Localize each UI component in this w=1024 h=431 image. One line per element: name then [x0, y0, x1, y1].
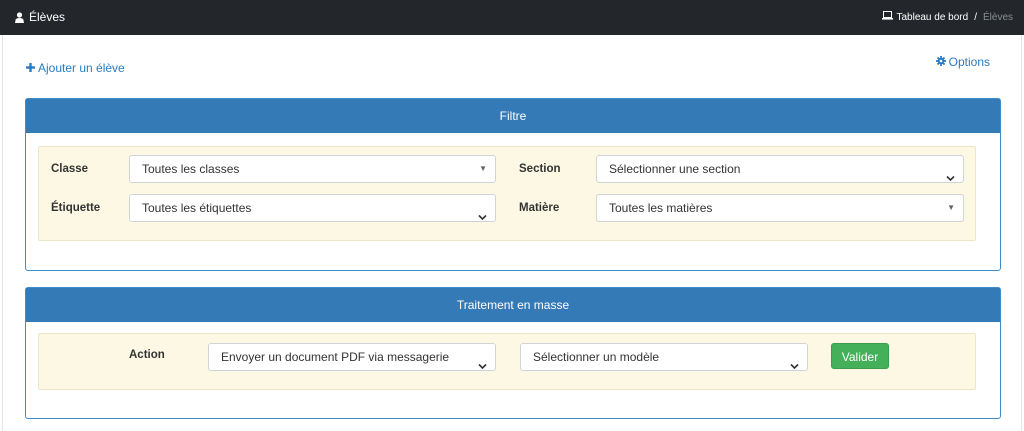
- breadcrumb: Tableau de bord / Élèves: [882, 11, 1013, 23]
- filter-panel-title: Filtre: [26, 99, 1000, 133]
- etiquette-select-value: Toutes les étiquettes: [142, 201, 252, 215]
- model-select[interactable]: Sélectionner un modèle: [520, 343, 808, 371]
- user-icon: [14, 11, 25, 23]
- breadcrumb-home-label: Tableau de bord: [896, 11, 969, 23]
- caret-down-icon: ▼: [947, 203, 955, 212]
- top-bar: Élèves Tableau de bord / Élèves: [0, 0, 1024, 35]
- etiquette-label: Étiquette: [51, 202, 101, 214]
- add-student-label: Ajouter un élève: [38, 61, 125, 75]
- action-select[interactable]: Envoyer un document PDF via messagerie: [208, 343, 496, 371]
- page-title: Élèves: [29, 10, 66, 24]
- page-header: Élèves: [14, 10, 65, 24]
- plus-icon: [26, 61, 35, 75]
- bulk-panel-title: Traitement en masse: [26, 288, 1000, 322]
- gear-icon: [935, 55, 946, 69]
- matiere-select[interactable]: Toutes les matières ▼: [596, 194, 964, 222]
- section-label: Section: [519, 163, 561, 175]
- add-student-link[interactable]: Ajouter un élève: [26, 61, 125, 75]
- classe-select-value: Toutes les classes: [142, 162, 240, 176]
- classe-select[interactable]: Toutes les classes ▼: [129, 155, 496, 183]
- chevron-down-icon: [946, 165, 955, 191]
- matiere-label: Matière: [519, 202, 560, 214]
- filter-well: Classe Toutes les classes ▼ Section Séle…: [38, 146, 976, 241]
- chevron-down-icon: [790, 353, 799, 379]
- action-select-value: Envoyer un document PDF via messagerie: [221, 350, 450, 364]
- section-select[interactable]: Sélectionner une section: [596, 155, 964, 183]
- section-select-value: Sélectionner une section: [609, 162, 741, 176]
- laptop-icon: [882, 11, 894, 23]
- chevron-down-icon: [478, 204, 487, 230]
- breadcrumb-home-link[interactable]: Tableau de bord: [882, 11, 968, 23]
- breadcrumb-separator: /: [974, 11, 977, 23]
- classe-label: Classe: [51, 163, 89, 175]
- matiere-select-value: Toutes les matières: [609, 201, 713, 215]
- action-label: Action: [129, 349, 165, 361]
- etiquette-select[interactable]: Toutes les étiquettes: [129, 194, 496, 222]
- caret-down-icon: ▼: [479, 164, 487, 173]
- model-select-value: Sélectionner un modèle: [533, 350, 660, 364]
- chevron-down-icon: [478, 353, 487, 379]
- valider-button[interactable]: Valider: [831, 343, 889, 369]
- options-label: Options: [948, 55, 990, 69]
- options-link[interactable]: Options: [935, 55, 990, 69]
- breadcrumb-current: Élèves: [982, 11, 1013, 23]
- filter-panel: Filtre Classe Toutes les classes ▼ Secti…: [25, 98, 1001, 271]
